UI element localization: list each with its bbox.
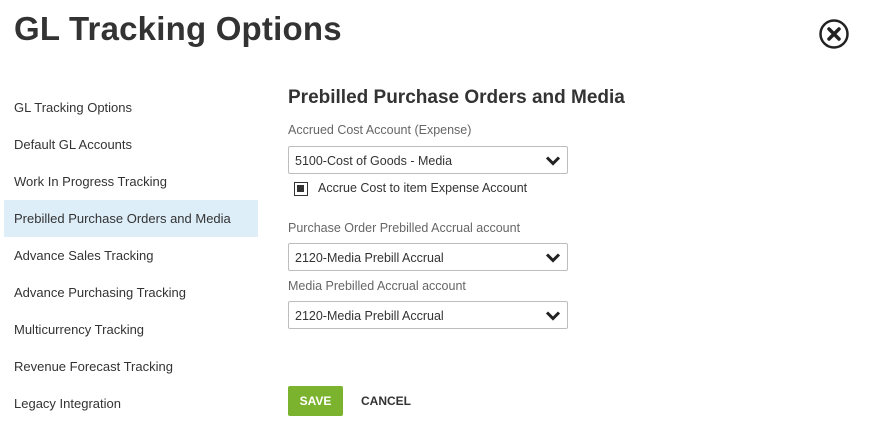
sidebar-item-prebilled-purchase-orders-and-media[interactable]: Prebilled Purchase Orders and Media (4, 200, 258, 237)
sidebar-item-multicurrency-tracking[interactable]: Multicurrency Tracking (4, 311, 258, 348)
close-button[interactable] (819, 19, 849, 49)
sidebar-item-revenue-forecast-tracking[interactable]: Revenue Forecast Tracking (4, 348, 258, 385)
accrued-cost-select[interactable]: 5100-Cost of Goods - Media (288, 146, 568, 174)
sidebar-item-advance-sales-tracking[interactable]: Advance Sales Tracking (4, 237, 258, 274)
chevron-down-icon (545, 311, 561, 321)
save-button[interactable]: SAVE (288, 386, 343, 416)
close-circle-icon (819, 19, 849, 49)
chevron-down-icon (545, 253, 561, 263)
media-prebilled-value: 2120-Media Prebill Accrual (295, 309, 444, 323)
accrue-cost-label: Accrue Cost to item Expense Account (318, 181, 528, 195)
media-prebilled-label: Media Prebilled Accrual account (288, 279, 466, 293)
sidebar-nav: GL Tracking Options Default GL Accounts … (4, 89, 258, 422)
chevron-down-icon (545, 156, 561, 166)
form-panel: Prebilled Purchase Orders and Media Accr… (288, 86, 708, 416)
po-prebilled-value: 2120-Media Prebill Accrual (295, 251, 444, 265)
media-prebilled-select[interactable]: 2120-Media Prebill Accrual (288, 301, 568, 329)
sidebar-item-work-in-progress-tracking[interactable]: Work In Progress Tracking (4, 163, 258, 200)
accrue-cost-checkbox[interactable] (294, 182, 308, 196)
po-prebilled-label: Purchase Order Prebilled Accrual account (288, 221, 521, 235)
sidebar-item-default-gl-accounts[interactable]: Default GL Accounts (4, 126, 258, 163)
po-prebilled-select[interactable]: 2120-Media Prebill Accrual (288, 243, 568, 271)
section-title: Prebilled Purchase Orders and Media (288, 87, 625, 108)
sidebar-item-advance-purchasing-tracking[interactable]: Advance Purchasing Tracking (4, 274, 258, 311)
cancel-button[interactable]: CANCEL (361, 386, 411, 416)
accrued-cost-value: 5100-Cost of Goods - Media (295, 154, 453, 168)
dialog-title: GL Tracking Options (14, 10, 342, 47)
sidebar-item-legacy-integration[interactable]: Legacy Integration (4, 385, 258, 422)
accrued-cost-label: Accrued Cost Account (Expense) (288, 123, 472, 137)
checkbox-checked-mark (297, 185, 304, 192)
sidebar-item-gl-tracking-options[interactable]: GL Tracking Options (4, 89, 258, 126)
